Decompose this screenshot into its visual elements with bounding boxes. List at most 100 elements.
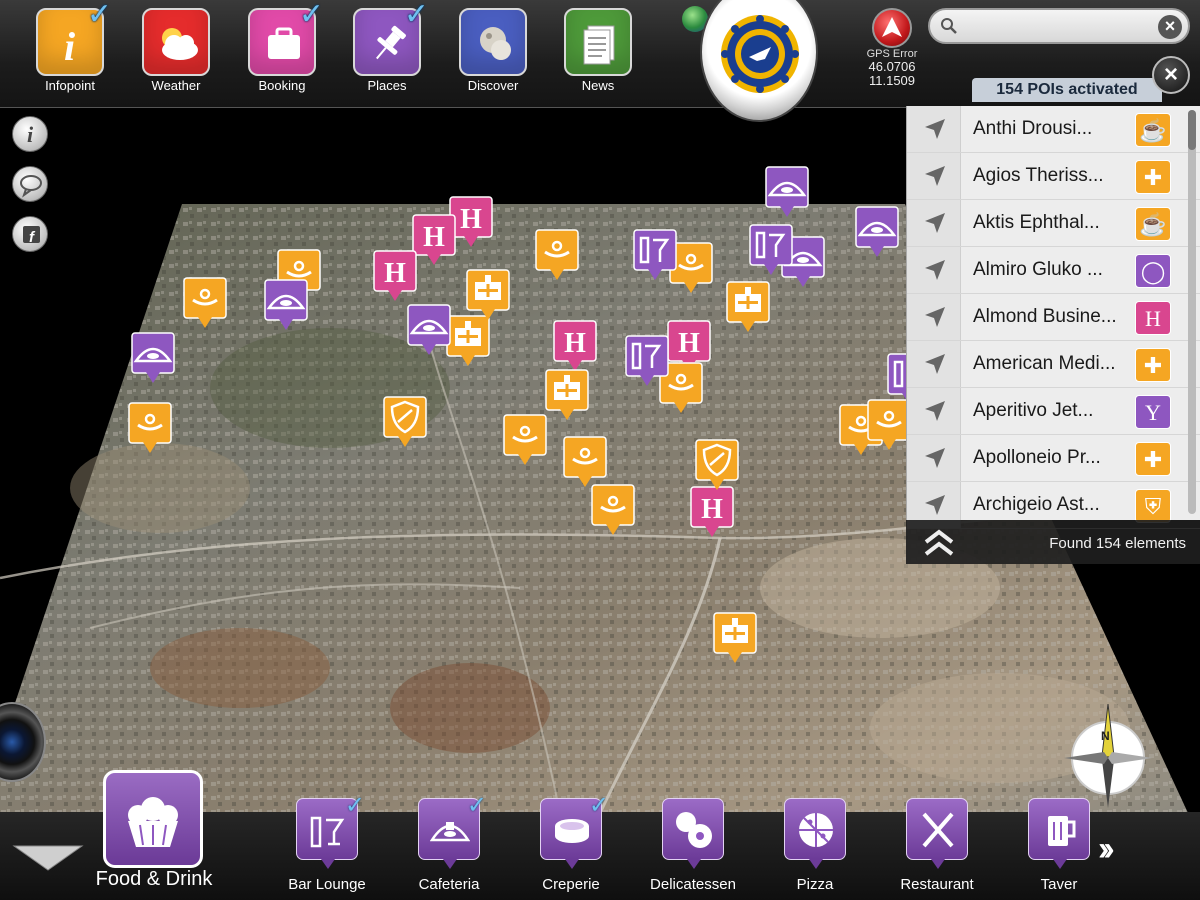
app-places-label: Places xyxy=(367,78,407,93)
navigate-arrow-icon[interactable] xyxy=(907,247,961,293)
info-button[interactable]: i xyxy=(12,116,48,152)
poi-name: Apolloneio Pr... xyxy=(973,447,1101,468)
app-places-button[interactable]: ✓ Places xyxy=(352,0,429,100)
poi-list-item[interactable]: Almiro Gluko ... ◯ xyxy=(907,247,1200,294)
poi-list-item[interactable]: Aperitivo Jet... Y xyxy=(907,388,1200,435)
poi-list-item[interactable]: Anthi Drousi... ☕ xyxy=(907,106,1200,153)
map-marker-coffee[interactable] xyxy=(590,483,636,537)
category-label: Pizza xyxy=(796,876,834,893)
app-news-button[interactable]: News xyxy=(563,8,633,100)
svg-text:H: H xyxy=(423,222,445,253)
found-count-label: Found 154 elements xyxy=(1049,535,1186,552)
scrollbar-thumb[interactable] xyxy=(1188,110,1196,150)
category-bar-lounge-button[interactable]: ✓ Bar Lounge xyxy=(288,792,366,893)
svg-text:H: H xyxy=(384,258,406,289)
app-infopoint-button[interactable]: i ✓ Infopoint xyxy=(35,0,112,100)
category-label: Creperie xyxy=(542,876,600,893)
info-icon: i xyxy=(26,122,34,147)
map-marker-cafeteria[interactable] xyxy=(406,303,452,357)
poi-list-item[interactable]: Apolloneio Pr... ✚ xyxy=(907,435,1200,482)
app-booking-button[interactable]: ✓ Booking xyxy=(247,0,324,100)
navigate-arrow-icon[interactable] xyxy=(907,106,961,152)
poi-name: Archigeio Ast... xyxy=(973,494,1100,515)
map-marker-hospital[interactable] xyxy=(544,368,590,422)
map-marker-bar[interactable] xyxy=(748,223,794,277)
expand-up-icon[interactable] xyxy=(922,528,956,558)
category-restaurant-button[interactable]: Restaurant xyxy=(900,798,974,893)
poi-category-icon: ✚ xyxy=(1135,348,1171,382)
app-logo[interactable] xyxy=(700,0,818,122)
navigate-arrow-icon[interactable] xyxy=(907,388,961,434)
map-marker-hotel[interactable]: H xyxy=(552,319,598,373)
collapse-bar-icon[interactable] xyxy=(12,842,84,879)
poi-category-icon: ☕ xyxy=(1135,113,1171,147)
map-marker-police[interactable] xyxy=(382,395,428,449)
navigate-arrow-icon[interactable] xyxy=(907,153,961,199)
poi-name: Agios Theriss... xyxy=(973,165,1104,186)
category-pizza-button[interactable]: Pizza xyxy=(783,798,847,893)
poi-name: Almond Busine... xyxy=(973,306,1117,327)
food-drink-category-button[interactable] xyxy=(103,770,203,868)
map-marker-bar[interactable] xyxy=(624,334,670,388)
poi-category-icon: ✚ xyxy=(1135,160,1171,194)
svg-text:H: H xyxy=(564,328,586,359)
category-creperie-button[interactable]: ✓ Creperie xyxy=(539,792,609,893)
category-label: Delicatessen xyxy=(650,876,736,893)
map-marker-cafeteria[interactable] xyxy=(130,331,176,385)
poi-category-icon: ⛨ xyxy=(1135,489,1171,523)
checkmark-icon: ✓ xyxy=(86,0,112,31)
navigate-arrow-icon[interactable] xyxy=(907,341,961,387)
map-marker-coffee[interactable] xyxy=(534,228,580,282)
poi-name: American Medi... xyxy=(973,353,1116,374)
map-marker-cafeteria[interactable] xyxy=(854,205,900,259)
cocktail-icon: ✓ xyxy=(296,792,365,869)
map-marker-cafeteria[interactable] xyxy=(263,278,309,332)
poi-list-item[interactable]: Agios Theriss... ✚ xyxy=(907,153,1200,200)
map-marker-cafeteria[interactable] xyxy=(764,165,810,219)
clear-search-icon[interactable]: × xyxy=(1158,15,1182,39)
map-marker-coffee[interactable] xyxy=(502,413,548,467)
category-cafeteria-button[interactable]: ✓ Cafeteria xyxy=(417,792,487,893)
poi-list-item[interactable]: American Medi... ✚ xyxy=(907,341,1200,388)
gps-status[interactable]: GPS Error 46.0706 11.1509 xyxy=(852,8,932,88)
map-marker-bar[interactable] xyxy=(632,228,678,282)
comments-button[interactable] xyxy=(12,166,48,202)
app-discover-button[interactable]: Discover xyxy=(458,8,528,100)
search-input[interactable] xyxy=(960,16,1156,36)
poi-list-item[interactable]: Almond Busine... H xyxy=(907,294,1200,341)
category-label: Cafeteria xyxy=(418,876,480,893)
poi-list-scrollbar[interactable] xyxy=(1188,110,1196,514)
map-marker-coffee[interactable] xyxy=(127,401,173,455)
app-weather-label: Weather xyxy=(151,78,201,93)
category-taver-button[interactable]: Taver xyxy=(1027,798,1091,893)
app-weather-button[interactable]: Weather xyxy=(141,8,211,100)
current-category-label: Food & Drink xyxy=(95,868,213,890)
poi-list-item[interactable]: Aktis Ephthal... ☕ xyxy=(907,200,1200,247)
navigate-arrow-icon[interactable] xyxy=(907,200,961,246)
svg-text:H: H xyxy=(678,328,700,359)
map-marker-coffee[interactable] xyxy=(182,276,228,330)
map-marker-hospital[interactable] xyxy=(712,611,758,665)
crepe-icon: ✓ xyxy=(540,792,609,869)
close-panel-button[interactable]: × xyxy=(1152,56,1190,94)
map-marker-hospital[interactable] xyxy=(725,280,771,334)
cafeteria-icon: ✓ xyxy=(418,792,487,869)
map-marker-coffee[interactable] xyxy=(562,435,608,489)
category-delicatessen-button[interactable]: Delicatessen xyxy=(650,798,736,893)
poi-name: Almiro Gluko ... xyxy=(973,259,1103,280)
search-box: × xyxy=(928,8,1190,44)
category-label: Taver xyxy=(1040,876,1078,893)
navigate-arrow-icon[interactable] xyxy=(907,435,961,481)
navigate-arrow-icon[interactable] xyxy=(907,294,961,340)
map-marker-hotel[interactable]: H xyxy=(372,249,418,303)
app-booking-label: Booking xyxy=(258,78,306,93)
checkmark-icon: ✓ xyxy=(466,792,487,819)
gps-latitude: 46.0706 xyxy=(868,59,916,74)
map-marker-police[interactable] xyxy=(694,438,740,492)
facebook-button[interactable]: f xyxy=(12,216,48,252)
compass-icon[interactable]: N xyxy=(1064,700,1152,810)
next-categories-icon[interactable]: ›› xyxy=(1098,830,1114,869)
app-news-label: News xyxy=(581,78,615,93)
map-marker-hospital[interactable] xyxy=(465,268,511,322)
map-marker-hotel[interactable]: H xyxy=(689,485,735,539)
